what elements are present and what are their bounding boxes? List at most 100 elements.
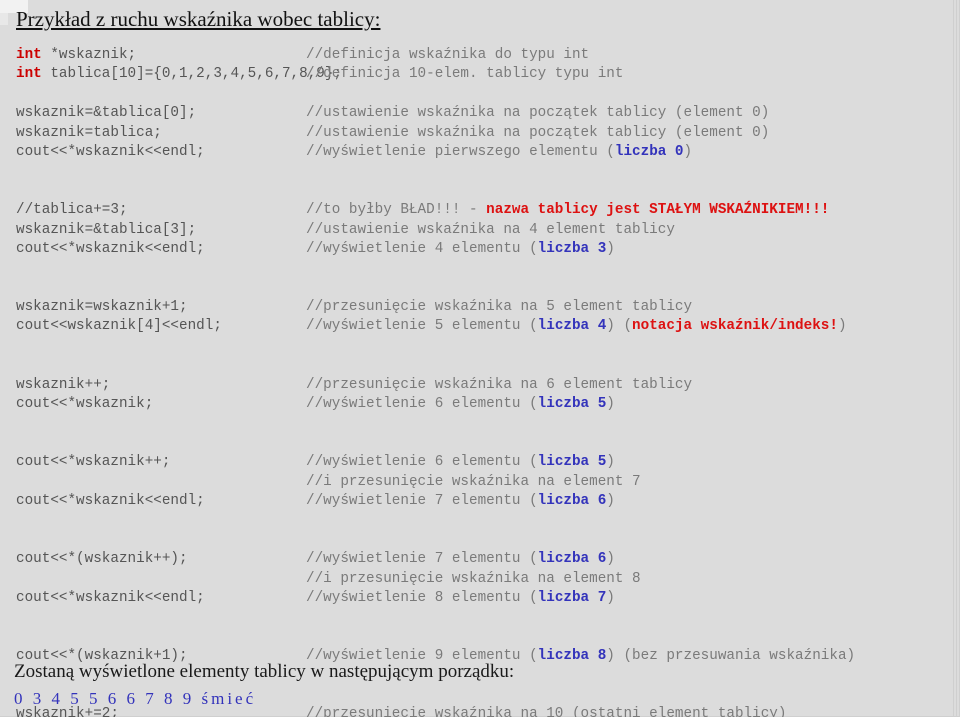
comment-value-highlight: liczba 6 [537,492,607,509]
code-line: //i przesunięcie wskaźnika na element 7 [16,473,952,492]
comment-text: //wyświetlenie pierwszego elementu ( [306,143,615,160]
comment-text: ) [606,240,615,257]
code-comment: //wyświetlenie 4 elementu (liczba 3) [306,240,615,259]
comment-text: ) [837,318,847,335]
code-statement: int *wskaznik; [16,46,306,65]
comment-text: //to byłby BŁAD!!! - [306,202,487,219]
code-text: cout<<*wskaznik<<endl; [16,492,205,509]
code-line: int tablica[10]={0,1,2,3,4,5,6,7,8,9};//… [16,65,952,84]
comment-text: //wyświetlenie 4 elementu ( [306,240,538,257]
slide-right-edge-line-outer [953,0,954,717]
comment-text: ) [606,589,615,606]
comment-text: //ustawienie wskaźnika na 4 element tabl… [306,221,675,238]
comment-warning-highlight: notacja wskaźnik/indeks! [632,318,838,335]
code-statement: int tablica[10]={0,1,2,3,4,5,6,7,8,9}; [16,65,342,84]
code-listing: int *wskaznik;//definicja wskaźnika do t… [16,46,952,717]
corner-notch-decoration-secondary [0,13,8,25]
slide-canvas: Przykład z ruchu wskaźnika wobec tablicy… [0,0,960,717]
code-statement: cout<<wskaznik[4]<<endl; [16,317,306,336]
code-line: int *wskaznik;//definicja wskaźnika do t… [16,46,952,65]
code-statement: cout<<*wskaznik++; [16,453,306,472]
comment-text: //ustawienie wskaźnika na początek tabli… [306,124,770,141]
code-comment: //przesunięcie wskaźnika na 6 element ta… [306,376,692,395]
comment-text: //i przesunięcie wskaźnika na element 8 [306,570,641,587]
code-text: cout<<*wskaznik; [16,396,154,413]
code-comment: //i przesunięcie wskaźnika na element 8 [306,570,641,589]
comment-value-highlight: liczba 8 [537,648,607,665]
code-comment: //ustawienie wskaźnika na początek tabli… [306,124,769,143]
slide-title: Przykład z ruchu wskaźnika wobec tablicy… [16,7,381,31]
comment-text: //wyświetlenie 8 elementu ( [306,589,538,606]
code-comment: //wyświetlenie 7 elementu (liczba 6) [306,550,615,569]
code-comment: //wyświetlenie pierwszego elementu (licz… [306,143,692,162]
comment-text: ) ( [606,318,633,335]
code-line: cout<<wskaznik[4]<<endl; //wyświetlenie 5… [16,317,952,336]
comment-value-highlight: liczba 3 [537,240,607,257]
code-statement: cout<<*wskaznik<<endl; [16,589,306,608]
code-text: wskaznik=wskaznik+1; [16,299,188,316]
comment-text: ) [683,143,693,160]
comment-text: ) [606,396,615,413]
code-comment: //to byłby BŁAD!!! - nazwa tablicy jest … [306,201,829,220]
code-text: cout<<*wskaznik<<endl; [16,143,205,160]
code-line: cout<<*wskaznik++; //wyświetlenie 6 eleme… [16,453,952,472]
code-statement: cout<<*wskaznik<<endl; [16,240,306,259]
code-comment: //definicja 10-elem. tablicy typu int [306,65,623,84]
comment-text: //ustawienie wskaźnika na początek tabli… [306,105,770,122]
comment-text: //definicja 10-elem. tablicy typu int [306,66,624,83]
code-statement: cout<<*(wskaznik++); [16,550,306,569]
code-keyword: int [16,47,42,63]
code-statement: wskaznik=tablica; [16,124,306,143]
code-statement: wskaznik=&tablica[3]; [16,221,306,240]
comment-text: //wyświetlenie 6 elementu ( [306,396,538,413]
code-text: wskaznik=tablica; [16,124,162,141]
code-keyword: int [16,66,42,83]
comment-text: //wyświetlenie 6 elementu ( [306,454,538,471]
comment-value-highlight: liczba 0 [614,143,684,160]
code-line: cout<<*wskaznik<<endl; //wyświetlenie pie… [16,143,952,162]
code-statement: cout<<*wskaznik<<endl; [16,492,306,511]
comment-text: //definicja wskaźnika do typu int [306,47,590,63]
code-line: cout<<*wskaznik<<endl; //wyświetlenie 8 e… [16,589,952,608]
code-line: //i przesunięcie wskaźnika na element 8 [16,570,952,589]
comment-text: ) (bez przesuwania wskaźnika) [606,648,856,665]
code-comment: //wyświetlenie 7 elementu (liczba 6) [306,492,615,511]
code-line: wskaznik=wskaznik+1; //przesunięcie wskaź… [16,298,952,317]
comment-text: ) [606,454,615,471]
code-comment: //ustawienie wskaźnika na 4 element tabl… [306,221,675,240]
comment-text: //przesunięcie wskaźnika na 6 element ta… [306,376,693,393]
footer-output-sequence: 0 3 4 5 5 6 6 7 8 9 śmieć [14,689,257,708]
code-comment: //przesunięcie wskaźnika na 5 element ta… [306,298,692,317]
comment-value-highlight: liczba 5 [537,396,607,413]
code-text: tablica[10]={0,1,2,3,4,5,6,7,8,9}; [41,66,343,83]
code-statement: cout<<*wskaznik; [16,395,306,414]
code-text: *wskaznik; [41,47,137,63]
code-statement: wskaznik=&tablica[0]; [16,104,306,123]
code-line: cout<<*(wskaznik++); //wyświetlenie 7 ele… [16,550,952,569]
comment-text: //wyświetlenie 7 elementu ( [306,551,538,568]
code-line: cout<<*wskaznik; //wyświetlenie 6 element… [16,395,952,414]
comment-text: //przesuniecie wskaźnika na 10 (ostatni … [306,706,787,717]
comment-warning-highlight: nazwa tablicy jest STAŁYM WSKAŹNIKIEM!!! [486,202,830,219]
code-line: cout<<*wskaznik<<endl; //wyświetlenie 7 e… [16,492,952,511]
code-text: wskaznik=&tablica[0]; [16,105,197,122]
code-line: cout<<*wskaznik<<endl; //wyświetlenie 4 e… [16,240,952,259]
footer-summary-text: Zostaną wyświetlone elementy tablicy w n… [14,661,515,682]
comment-value-highlight: liczba 6 [537,551,607,568]
code-line: //tablica+=3; //to byłby BŁAD!!! - nazwa … [16,201,952,220]
code-line: wskaznik=&tablica[3]; //ustawienie wskaźn… [16,221,952,240]
code-line: wskaznik=&tablica[0]; //ustawienie wskaźn… [16,104,952,123]
code-comment: //i przesunięcie wskaźnika na element 7 [306,473,641,492]
code-comment: //wyświetlenie 8 elementu (liczba 7) [306,589,615,608]
comment-text: //przesunięcie wskaźnika na 5 element ta… [306,299,693,316]
